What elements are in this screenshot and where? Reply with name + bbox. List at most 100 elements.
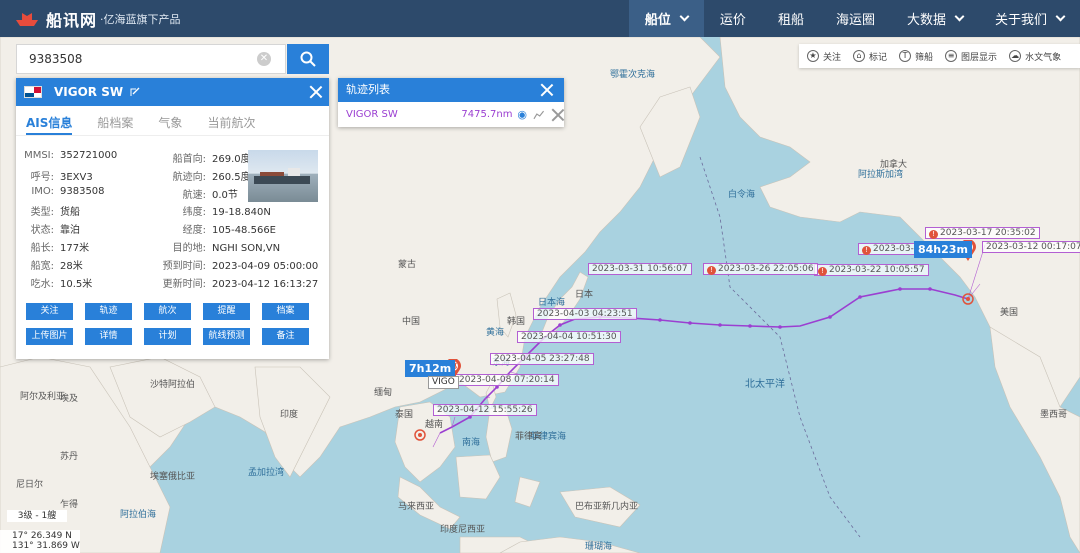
ais-field-value: 260.5度: [212, 171, 251, 183]
ais-field-label: 船首向:: [172, 154, 206, 165]
sea-label: 珊瑚海: [585, 542, 613, 552]
dwell-time-badge: 7h12m: [405, 360, 456, 377]
track-list-row[interactable]: VIGOR SW 7475.7nm ◉: [338, 102, 564, 127]
nav-item-label: 租船: [777, 13, 804, 28]
sea-label: 鄂霍次克海: [610, 70, 656, 80]
nav-item-5[interactable]: 关于我们: [979, 0, 1080, 37]
ship-action-button[interactable]: 航次: [144, 303, 191, 320]
search-button[interactable]: [287, 44, 329, 74]
close-icon[interactable]: [540, 83, 554, 97]
track-timestamp-tag[interactable]: 2023-03-31 10:56:07: [588, 263, 692, 275]
nav-item-1[interactable]: 运价: [704, 0, 762, 37]
track-timestamp: 2023-03-22 10:05:57: [829, 265, 925, 275]
ais-field: 呼号: 3EXV3: [20, 168, 93, 184]
logo[interactable]: 船讯网 ·亿海蓝旗下产品: [0, 0, 181, 37]
nav-item-label: 关于我们: [994, 13, 1047, 28]
nav-item-3[interactable]: 海运圈: [820, 0, 891, 37]
track-timestamp-tag[interactable]: ! 2023-03-22 10:05:57: [814, 264, 929, 276]
ais-field: 吃水: 10.5米: [20, 275, 93, 291]
ais-field: 船长: 177米: [20, 239, 89, 255]
country-label: 阿尔及利亚: [20, 392, 66, 402]
ship-action-button[interactable]: 关注: [26, 303, 73, 320]
ais-field-value: 269.0度: [212, 154, 251, 165]
ais-field-label: 预到时间:: [162, 260, 206, 272]
ship-photo[interactable]: [248, 150, 318, 202]
toolbar-item-4[interactable]: ☁ 水文气象: [1001, 50, 1061, 63]
ais-field-value: 0.0节: [212, 189, 238, 201]
map-toolbar: ★ 关注 ⌂ 标记 T 筛船 ≡ 图层显示 ☁ 水文气象: [799, 44, 1080, 68]
nav-item-4[interactable]: 大数据: [891, 0, 979, 37]
ais-field-value: 靠泊: [60, 225, 80, 237]
ais-field: 预到时间: 2023-04-09 05:00:00: [158, 257, 319, 273]
ship-action-button[interactable]: 轨迹: [85, 303, 132, 320]
ship-action-button[interactable]: 档案: [262, 303, 309, 320]
tab-0[interactable]: AIS信息: [26, 106, 73, 135]
tab-2[interactable]: 气象: [158, 106, 182, 135]
track-list-header: 轨迹列表: [338, 78, 564, 102]
ais-field: 航速: 0.0节: [158, 186, 238, 202]
clear-icon[interactable]: ✕: [257, 52, 271, 66]
cursor-coordinates: 17° 26.349 N 131° 31.869 W: [0, 530, 80, 553]
country-label: 美国: [1000, 308, 1019, 318]
ais-field: 纬度: 19-18.840N: [158, 203, 271, 219]
track-timestamp-tag[interactable]: ! 2023-03-: [858, 243, 918, 255]
country-label: 韩国: [507, 317, 526, 327]
layers-icon: ≡: [945, 50, 958, 62]
dwell-time-badge: 84h23m: [914, 241, 972, 258]
nav-item-label: 海运圈: [835, 13, 875, 28]
track-timestamp-tag[interactable]: 2023-04-12 15:55:26: [433, 404, 537, 416]
ais-field-value: 2023-04-12 16:13:27: [212, 278, 319, 290]
ais-field-label: 经度:: [182, 225, 206, 237]
ship-action-button[interactable]: 航线预测: [203, 328, 250, 345]
toolbar-item-0[interactable]: ★ 关注: [799, 50, 841, 63]
ship-action-button[interactable]: 详情: [85, 328, 132, 345]
country-label: 菲律宾: [515, 432, 543, 442]
ais-field-value: 9383508: [60, 185, 105, 197]
nav-item-2[interactable]: 租船: [762, 0, 820, 37]
search-input[interactable]: [17, 45, 257, 73]
ais-field-value: 3EXV3: [60, 171, 93, 183]
track-timestamp-tag[interactable]: ! 2023-03-17 20:35:02: [925, 227, 1040, 239]
toolbar-item-1[interactable]: ⌂ 标记: [845, 50, 887, 63]
chart-icon[interactable]: [533, 110, 545, 120]
toolbar-item-3[interactable]: ≡ 图层显示: [937, 50, 997, 63]
country-label: 苏丹: [60, 452, 79, 462]
country-label: 印度: [280, 410, 299, 420]
track-timestamp-tag[interactable]: 2023-04-04 10:51:30: [517, 331, 621, 343]
sea-label: 日本海: [538, 298, 566, 308]
track-timestamp-tag[interactable]: 2023-04-05 23:27:48: [490, 353, 594, 365]
chevron-down-icon: [679, 11, 690, 22]
country-label: 加拿大: [880, 160, 908, 170]
ais-field-label: MMSI:: [24, 150, 54, 161]
vessel-name-tag[interactable]: VIGO: [428, 376, 459, 389]
edit-icon[interactable]: [129, 86, 141, 98]
eye-icon[interactable]: ◉: [517, 108, 527, 121]
close-icon[interactable]: [309, 85, 323, 99]
ship-action-button[interactable]: 备注: [262, 328, 309, 345]
nav-item-0[interactable]: 船位: [628, 0, 704, 37]
chevron-down-icon: [954, 11, 965, 22]
track-timestamp: 2023-03-17 20:35:02: [940, 228, 1036, 238]
track-timestamp-tag[interactable]: ! 2023-03-26 22:05:06: [703, 263, 818, 275]
ais-field-label: IMO:: [31, 185, 54, 197]
toolbar-item-label: 关注: [823, 52, 842, 63]
track-timestamp-tag[interactable]: 2023-04-03 04:23:51: [533, 308, 637, 320]
tab-3[interactable]: 当前航次: [207, 106, 255, 135]
ais-field-label: 航迹向:: [172, 171, 206, 183]
ais-field: 目的地: NGHI SON,VN: [158, 239, 280, 255]
track-timestamp-tag[interactable]: 2023-04-08 07:20:14: [455, 374, 559, 386]
ais-field: 类型: 货船: [20, 203, 80, 219]
search-box: ✕: [16, 44, 286, 74]
remove-track-icon[interactable]: [551, 108, 564, 122]
toolbar-item-label: 图层显示: [961, 52, 998, 63]
sea-label: 孟加拉湾: [248, 468, 285, 478]
chevron-down-icon: [1055, 11, 1066, 22]
toolbar-item-2[interactable]: T 筛船: [891, 50, 933, 63]
ship-action-button[interactable]: 提醒: [203, 303, 250, 320]
ship-info-panel: VIGOR SW AIS信息 船档案 气象 当前航次 MMSI: 352721000 呼号…: [16, 78, 329, 359]
ship-action-button[interactable]: 计划: [144, 328, 191, 345]
ship-name: VIGOR SW: [54, 85, 124, 99]
track-timestamp-tag[interactable]: 2023-03-12 00:17:07: [982, 241, 1080, 253]
tab-1[interactable]: 船档案: [97, 106, 133, 135]
ship-action-button[interactable]: 上传图片: [26, 328, 73, 345]
